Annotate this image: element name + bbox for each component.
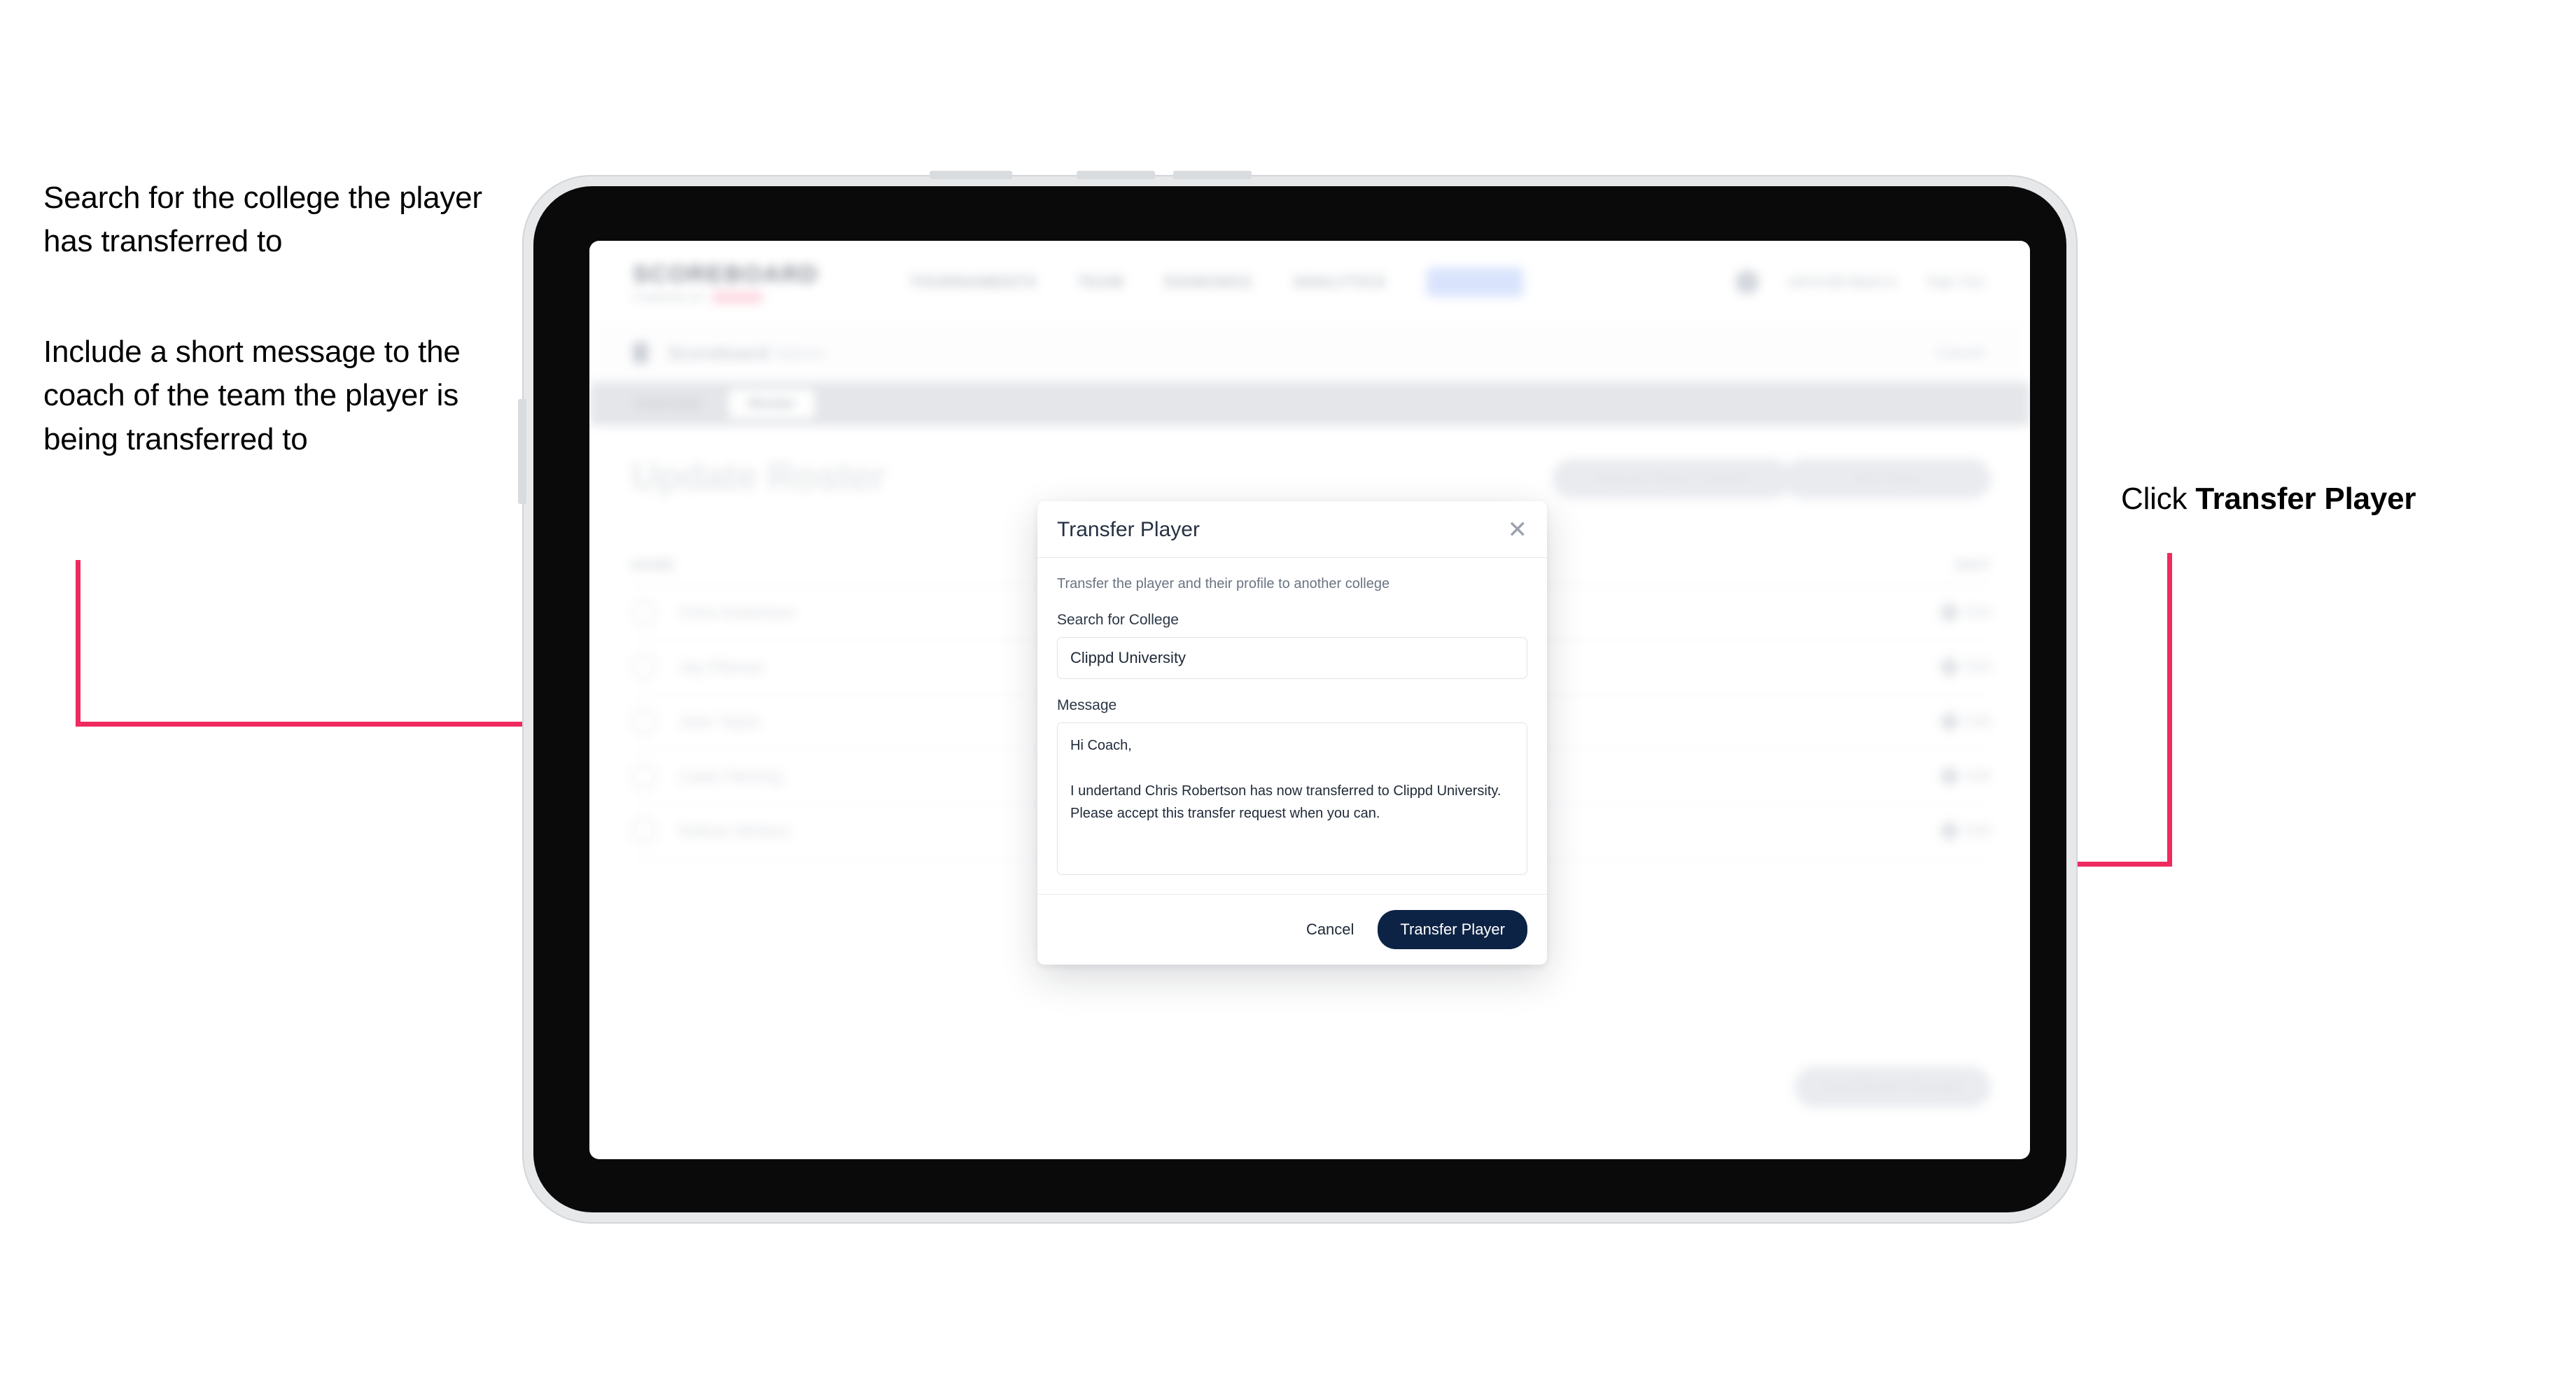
roster-column-edit: EDIT: [1956, 557, 1991, 573]
annotation-arrow-left-vertical: [76, 560, 80, 724]
row-checkbox[interactable]: [631, 764, 657, 789]
header-user-area: admin@clippd.io Sign Out: [1735, 270, 1984, 294]
sign-out-link[interactable]: Sign Out: [1926, 274, 1984, 290]
subbar-title-muted: Admin: [774, 342, 826, 363]
row-edit-link[interactable]: Edit: [1938, 656, 1991, 678]
pencil-icon: [1938, 710, 1961, 733]
brand-subtitle: POWERED BY CLIPPD: [633, 290, 819, 304]
pencil-icon: [1938, 601, 1961, 624]
message-textarea[interactable]: Hi Coach, I undertand Chris Robertson ha…: [1057, 722, 1527, 875]
add-player-button[interactable]: Add Player: [1784, 459, 1991, 498]
message-label: Message: [1057, 697, 1117, 713]
annotation-search-college: Search for the college the player has tr…: [43, 181, 482, 259]
row-checkbox[interactable]: [631, 600, 657, 625]
annotation-right-bold: Transfer Player: [2195, 482, 2416, 516]
player-name: John Taylor: [679, 712, 762, 731]
dialog-title: Transfer Player: [1057, 518, 1200, 541]
player-name: Jay Pittman: [679, 657, 764, 676]
subbar-title: Scoreboard Admin: [668, 342, 825, 364]
row-edit-link[interactable]: Edit: [1938, 820, 1991, 842]
field-search-college: Search for College: [1057, 612, 1527, 679]
roster-column-name: NAME: [631, 557, 676, 573]
scoreboard-icon: [633, 342, 648, 363]
request-player-transfer-button[interactable]: Request Player Transfer: [1553, 459, 1792, 498]
nav-item-tournaments[interactable]: TOURNAMENTS: [910, 273, 1037, 291]
row-edit-label: Edit: [1965, 768, 1991, 784]
player-name: Chris Robertson: [679, 603, 796, 622]
search-college-label: Search for College: [1057, 612, 1179, 628]
nav-item-roster[interactable]: ROSTER: [1426, 267, 1523, 297]
annotation-include-message: Include a short message to the coach of …: [43, 335, 461, 456]
save-roster-changes-button[interactable]: Save Roster Changes: [1795, 1067, 1991, 1107]
subbar-title-main: Scoreboard: [668, 342, 769, 363]
row-edit-label: Edit: [1965, 713, 1991, 729]
row-edit-link[interactable]: Edit: [1938, 601, 1991, 624]
transfer-player-dialog: Transfer Player ✕ Transfer the player an…: [1037, 501, 1547, 965]
tab-roster[interactable]: Roster: [729, 389, 815, 419]
brand-powered-by: POWERED BY: [633, 291, 706, 303]
row-edit-label: Edit: [1965, 659, 1991, 675]
volume-up-button[interactable]: [1077, 171, 1155, 179]
brand-name: SCOREBOARD: [633, 260, 819, 288]
power-button[interactable]: [930, 171, 1012, 179]
brand-badge: CLIPPD: [711, 290, 763, 304]
player-name: Nathan Winters: [679, 821, 790, 840]
row-edit-label: Edit: [1965, 822, 1991, 839]
tab-overview[interactable]: Overview: [616, 389, 720, 419]
volume-down-button[interactable]: [1173, 171, 1252, 179]
annotation-arrow-right-vertical: [2167, 553, 2172, 867]
annotation-click-transfer: Click Transfer Player: [2121, 477, 2569, 521]
dialog-body: Transfer the player and their profile to…: [1037, 558, 1547, 894]
cancel-button[interactable]: Cancel: [1302, 920, 1358, 939]
nav-item-rankings[interactable]: RANKINGS: [1165, 273, 1252, 291]
nav-item-team[interactable]: TEAM: [1077, 273, 1124, 291]
app-subbar: Scoreboard Admin Cancel: [589, 323, 2030, 383]
app-tabs: Overview Roster: [589, 382, 2030, 426]
pencil-icon: [1938, 820, 1961, 842]
avatar[interactable]: [1735, 270, 1759, 294]
field-message: Message Hi Coach, I undertand Chris Robe…: [1057, 697, 1527, 878]
row-checkbox[interactable]: [631, 709, 657, 734]
row-edit-label: Edit: [1965, 604, 1991, 620]
main-navigation: TOURNAMENTS TEAM RANKINGS ANALYTICS ROST…: [910, 267, 1523, 297]
row-checkbox[interactable]: [631, 654, 657, 680]
search-college-input[interactable]: [1057, 637, 1527, 679]
brand-logo[interactable]: SCOREBOARD POWERED BY CLIPPD: [633, 261, 819, 304]
page-title: Update Roster: [631, 456, 886, 498]
transfer-player-button[interactable]: Transfer Player: [1378, 910, 1527, 949]
dialog-description: Transfer the player and their profile to…: [1057, 576, 1390, 592]
user-email: admin@clippd.io: [1788, 274, 1898, 290]
dialog-header: Transfer Player ✕: [1037, 501, 1547, 558]
subbar-cancel-link[interactable]: Cancel: [1936, 344, 1984, 362]
player-name: Lewis Fleming: [679, 766, 782, 785]
app-header: SCOREBOARD POWERED BY CLIPPD TOURNAMENTS…: [589, 241, 2030, 324]
row-checkbox[interactable]: [631, 818, 657, 844]
annotation-right-prefix: Click: [2121, 482, 2196, 516]
row-edit-link[interactable]: Edit: [1938, 710, 1991, 733]
nav-item-analytics[interactable]: ANALYTICS: [1293, 273, 1386, 291]
close-icon[interactable]: ✕: [1508, 518, 1528, 542]
side-button[interactable]: [518, 399, 526, 504]
pencil-icon: [1938, 656, 1961, 678]
row-edit-link[interactable]: Edit: [1938, 765, 1991, 788]
pencil-icon: [1938, 765, 1961, 788]
dialog-footer: Cancel Transfer Player: [1037, 894, 1547, 965]
